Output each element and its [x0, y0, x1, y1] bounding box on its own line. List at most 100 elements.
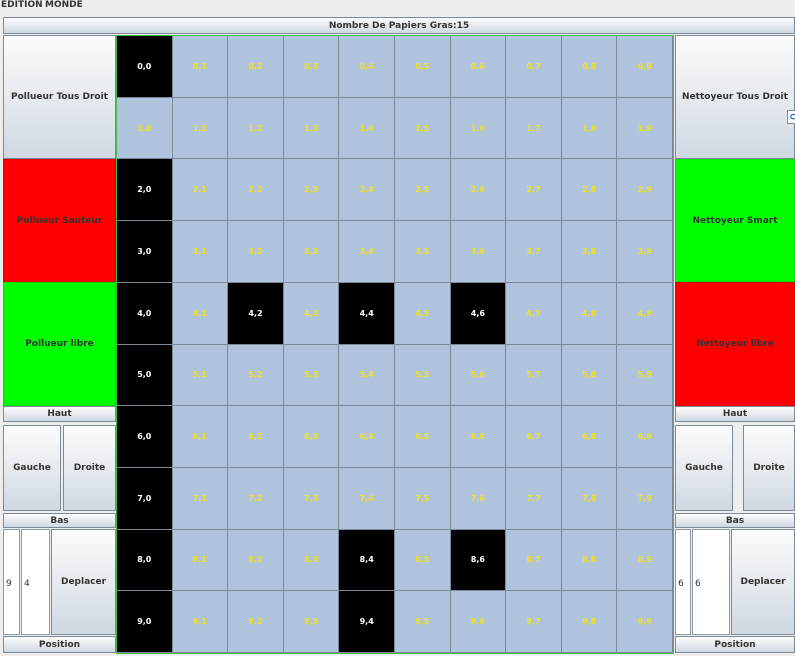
grid-cell-8-2[interactable]: 8,2 — [228, 529, 284, 592]
nettoyeur-x-field[interactable]: 6 — [675, 529, 691, 635]
grid-cell-8-7[interactable]: 8,7 — [506, 529, 562, 592]
grid-cell-6-2[interactable]: 6,2 — [228, 406, 284, 468]
grid-cell-4-7[interactable]: 4,7 — [506, 282, 562, 345]
nettoyeur-position-button[interactable]: Position — [675, 636, 795, 653]
grid-cell-4-4[interactable]: 4,4 — [339, 282, 395, 345]
grid-cell-6-6[interactable]: 6,6 — [450, 406, 507, 468]
nettoyeur-deplacer-button[interactable]: Deplacer — [731, 529, 795, 635]
grid-cell-5-5[interactable]: 5,5 — [394, 344, 451, 407]
grid-cell-7-2[interactable]: 7,2 — [228, 467, 284, 530]
grid-cell-6-9[interactable]: 6,9 — [617, 406, 673, 468]
grid-cell-0-9[interactable]: 0,9 — [617, 36, 673, 98]
pollueur-y-field[interactable]: 4 — [21, 529, 50, 635]
nettoyeur-smart-button[interactable]: Nettoyeur Smart — [675, 159, 795, 282]
grid-cell-5-9[interactable]: 5,9 — [617, 344, 673, 407]
grid-cell-8-8[interactable]: 8,8 — [561, 529, 618, 592]
grid-cell-1-9[interactable]: 1,9 — [617, 97, 673, 160]
pollueur-tous-droit-button[interactable]: Pollueur Tous Droit — [3, 35, 116, 159]
grid-cell-5-7[interactable]: 5,7 — [506, 344, 562, 407]
grid-cell-5-2[interactable]: 5,2 — [228, 344, 284, 407]
grid-cell-9-9[interactable]: 9,9 — [617, 591, 673, 653]
grid-cell-5-3[interactable]: 5,3 — [283, 344, 340, 407]
grid-cell-1-7[interactable]: 1,7 — [506, 97, 562, 160]
grid-cell-7-3[interactable]: 7,3 — [283, 467, 340, 530]
grid-cell-1-6[interactable]: 1,6 — [450, 97, 507, 160]
grid-cell-8-1[interactable]: 8,1 — [172, 529, 229, 592]
grid-cell-6-4[interactable]: 6,4 — [339, 406, 395, 468]
grid-cell-6-5[interactable]: 6,5 — [394, 406, 451, 468]
grid-cell-1-5[interactable]: 1,5 — [394, 97, 451, 160]
grid-cell-4-9[interactable]: 4,9 — [617, 282, 673, 345]
grid-cell-2-2[interactable]: 2,2 — [228, 159, 284, 222]
grid-cell-9-4[interactable]: 9,4 — [339, 591, 395, 653]
grid-cell-9-2[interactable]: 9,2 — [228, 591, 284, 653]
grid-cell-4-1[interactable]: 4,1 — [172, 282, 229, 345]
grid-cell-3-6[interactable]: 3,6 — [450, 221, 507, 283]
grid-cell-8-4[interactable]: 8,4 — [339, 529, 395, 592]
grid-cell-1-0[interactable]: 1,0 — [117, 97, 173, 160]
grid-cell-3-1[interactable]: 3,1 — [172, 221, 229, 283]
grid-cell-2-0[interactable]: 2,0 — [117, 159, 173, 222]
grid-cell-7-4[interactable]: 7,4 — [339, 467, 395, 530]
nettoyeur-gauche-button[interactable]: Gauche — [675, 425, 733, 511]
pollueur-droite-button[interactable]: Droite — [63, 425, 116, 511]
grid-cell-1-8[interactable]: 1,8 — [561, 97, 618, 160]
pollueur-gauche-button[interactable]: Gauche — [3, 425, 61, 511]
grid-cell-8-9[interactable]: 8,9 — [617, 529, 673, 592]
grid-cell-7-0[interactable]: 7,0 — [117, 467, 173, 530]
grid-cell-3-5[interactable]: 3,5 — [394, 221, 451, 283]
grid-cell-0-6[interactable]: 0,6 — [450, 36, 507, 98]
grid-cell-9-7[interactable]: 9,7 — [506, 591, 562, 653]
nettoyeur-tous-droit-button[interactable]: Nettoyeur Tous Droit — [675, 35, 795, 159]
grid-cell-9-6[interactable]: 9,6 — [450, 591, 507, 653]
grid-cell-7-8[interactable]: 7,8 — [561, 467, 618, 530]
grid-cell-0-4[interactable]: 0,4 — [339, 36, 395, 98]
grid-cell-4-0[interactable]: 4,0 — [117, 282, 173, 345]
grid-cell-3-4[interactable]: 3,4 — [339, 221, 395, 283]
grid-cell-8-3[interactable]: 8,3 — [283, 529, 340, 592]
grid-cell-3-2[interactable]: 3,2 — [228, 221, 284, 283]
grid-cell-4-2[interactable]: 4,2 — [228, 282, 284, 345]
grid-cell-9-5[interactable]: 9,5 — [394, 591, 451, 653]
pollueur-haut-button[interactable]: Haut — [3, 406, 116, 422]
grid-cell-6-8[interactable]: 6,8 — [561, 406, 618, 468]
grid-cell-2-8[interactable]: 2,8 — [561, 159, 618, 222]
grid-cell-8-6[interactable]: 8,6 — [450, 529, 507, 592]
grid-cell-4-3[interactable]: 4,3 — [283, 282, 340, 345]
grid-cell-1-4[interactable]: 1,4 — [339, 97, 395, 160]
pollueur-x-field[interactable]: 9 — [3, 529, 20, 635]
grid-cell-2-1[interactable]: 2,1 — [172, 159, 229, 222]
pollueur-sauteur-button[interactable]: Pollueur Sauteur — [3, 159, 116, 282]
grid-cell-6-7[interactable]: 6,7 — [506, 406, 562, 468]
grid-cell-7-1[interactable]: 7,1 — [172, 467, 229, 530]
grid-cell-7-9[interactable]: 7,9 — [617, 467, 673, 530]
grid-cell-5-0[interactable]: 5,0 — [117, 344, 173, 407]
nettoyeur-y-field[interactable]: 6 — [692, 529, 730, 635]
pollueur-deplacer-button[interactable]: Deplacer — [51, 529, 116, 635]
grid-cell-9-3[interactable]: 9,3 — [283, 591, 340, 653]
grid-cell-1-2[interactable]: 1,2 — [228, 97, 284, 160]
grid-cell-6-0[interactable]: 6,0 — [117, 406, 173, 468]
grid-cell-6-1[interactable]: 6,1 — [172, 406, 229, 468]
pollueur-bas-button[interactable]: Bas — [3, 513, 116, 528]
expand-icon[interactable]: ⊂ — [787, 110, 795, 124]
grid-cell-7-7[interactable]: 7,7 — [506, 467, 562, 530]
grid-cell-0-2[interactable]: 0,2 — [228, 36, 284, 98]
grid-cell-4-5[interactable]: 4,5 — [394, 282, 451, 345]
grid-cell-8-0[interactable]: 8,0 — [117, 529, 173, 592]
nettoyeur-bas-button[interactable]: Bas — [675, 513, 795, 528]
nettoyeur-libre-button[interactable]: Nettoyeur libre — [675, 282, 795, 406]
grid-cell-2-7[interactable]: 2,7 — [506, 159, 562, 222]
grid-cell-5-8[interactable]: 5,8 — [561, 344, 618, 407]
grid-cell-0-5[interactable]: 0,5 — [394, 36, 451, 98]
grid-cell-0-0[interactable]: 0,0 — [117, 36, 173, 98]
grid-cell-1-1[interactable]: 1,1 — [172, 97, 229, 160]
grid-cell-3-0[interactable]: 3,0 — [117, 221, 173, 283]
grid-cell-9-1[interactable]: 9,1 — [172, 591, 229, 653]
grid-cell-9-8[interactable]: 9,8 — [561, 591, 618, 653]
grid-cell-0-1[interactable]: 0,1 — [172, 36, 229, 98]
grid-cell-3-7[interactable]: 3,7 — [506, 221, 562, 283]
grid-cell-5-1[interactable]: 5,1 — [172, 344, 229, 407]
grid-cell-7-6[interactable]: 7,6 — [450, 467, 507, 530]
grid-cell-2-4[interactable]: 2,4 — [339, 159, 395, 222]
